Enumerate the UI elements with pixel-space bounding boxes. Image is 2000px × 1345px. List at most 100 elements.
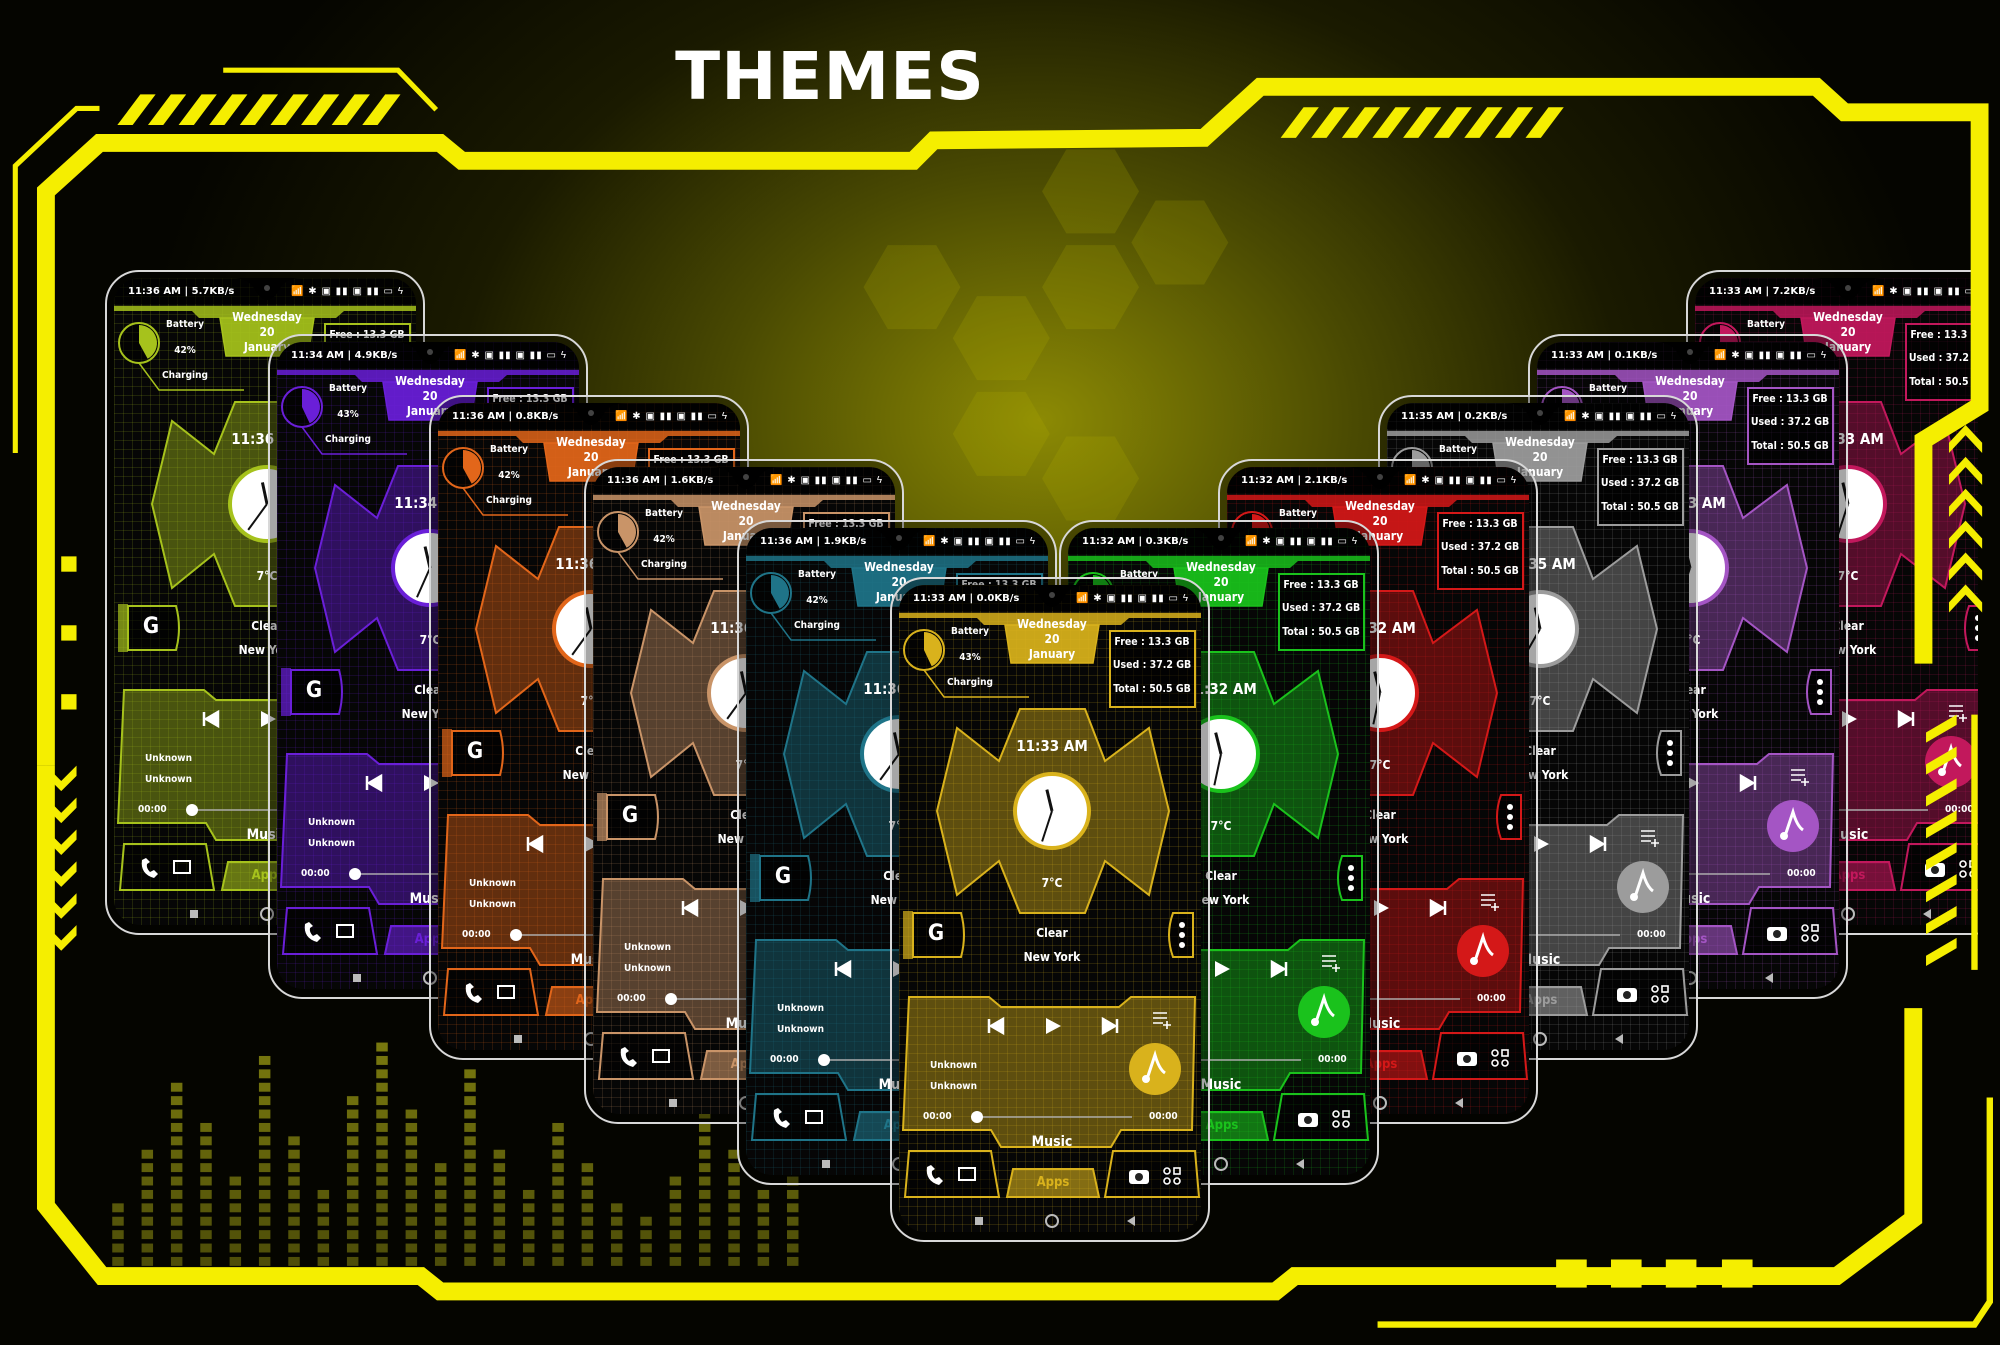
nav-back[interactable] [1127, 1216, 1135, 1226]
seek-thumb[interactable] [349, 868, 361, 880]
dock-left [442, 968, 540, 1016]
seek-thumb[interactable] [186, 804, 198, 816]
battery-label: Battery [166, 319, 204, 330]
status-icons: 📶 ✱ ▣ ▮▮ ▣ ▮▮ ▭ ϟ [615, 411, 728, 422]
seek-thumb[interactable] [665, 993, 677, 1005]
status-icons: 📶 ✱ ▣ ▮▮ ▣ ▮▮ ▭ ϟ [1872, 286, 1978, 297]
storage-total: Total : 50.5 GB [1751, 440, 1829, 452]
google-search-button[interactable]: G [467, 741, 483, 763]
storage-total: Total : 50.5 GB [1601, 501, 1679, 513]
elapsed-time: 00:00 [923, 1111, 952, 1122]
weather-condition: Clear [1036, 926, 1068, 940]
google-search-button[interactable]: G [775, 866, 791, 888]
status-time: 11:36 AM | 5.7KB/s [128, 286, 235, 297]
track-artist: Unknown [624, 963, 671, 974]
battery-label: Battery [490, 444, 528, 455]
dock-left [903, 1150, 1001, 1198]
dock-right [1272, 1093, 1370, 1141]
date-day: 20 [1044, 632, 1060, 646]
seek-thumb[interactable] [818, 1054, 830, 1066]
apps-label[interactable]: Apps [1206, 1119, 1239, 1132]
google-search-button[interactable]: G [928, 923, 944, 945]
date-weekday: Wednesday [1345, 499, 1415, 513]
music-label[interactable]: Music [1032, 1135, 1073, 1149]
date-day: 20 [1840, 325, 1856, 339]
date-weekday: Wednesday [232, 310, 302, 324]
elapsed-time: 00:00 [462, 929, 491, 940]
battery-percent: 43% [959, 652, 981, 663]
google-search-button[interactable]: G [143, 616, 159, 638]
nav-back[interactable] [1765, 973, 1773, 983]
battery-percent: 42% [653, 534, 675, 545]
date-day: 20 [1372, 514, 1388, 528]
duration-time: 00:00 [1318, 1054, 1347, 1065]
status-time: 11:33 AM | 0.1KB/s [1551, 350, 1658, 361]
nav-back[interactable] [1296, 1159, 1304, 1169]
weather-city: New York [1023, 950, 1081, 964]
nav-recents[interactable] [514, 1035, 522, 1043]
seek-thumb[interactable] [971, 1111, 983, 1123]
nav-home[interactable] [1214, 1157, 1228, 1171]
battery-percent: 42% [498, 470, 520, 481]
charging-label: Charging [947, 677, 993, 688]
date-weekday: Wednesday [1655, 374, 1725, 388]
page-title: THEMES [675, 38, 985, 115]
track-title: Unknown [308, 817, 355, 828]
battery-label: Battery [798, 569, 836, 580]
track-artist: Unknown [308, 838, 355, 849]
elapsed-time: 00:00 [617, 993, 646, 1004]
storage-used: Used : 37.2 GB [1908, 352, 1978, 364]
date-weekday: Wednesday [1017, 617, 1087, 631]
nav-home[interactable] [1045, 1214, 1059, 1228]
phone-gallery: 11:36 AM | 5.7KB/s 📶 ✱ ▣ ▮▮ ▣ ▮▮ ▭ ϟ Bat… [0, 0, 1978, 1345]
track-artist: Unknown [777, 1024, 824, 1035]
storage-free: Free : 13.3 GB [1752, 393, 1828, 405]
digital-clock[interactable]: 11:33 AM [1016, 739, 1088, 754]
dock-right [1431, 1032, 1529, 1080]
date-weekday: Wednesday [1186, 560, 1256, 574]
battery-label: Battery [1589, 383, 1627, 394]
google-search-button[interactable]: G [622, 805, 638, 827]
track-title: Unknown [145, 753, 192, 764]
battery-label: Battery [645, 508, 683, 519]
dock-right [1103, 1150, 1201, 1198]
google-search-button[interactable]: G [306, 680, 322, 702]
storage-used: Used : 37.2 GB [1440, 541, 1520, 553]
nav-recents[interactable] [669, 1099, 677, 1107]
status-time: 11:36 AM | 1.6KB/s [607, 475, 714, 486]
date-day: 20 [1532, 450, 1548, 464]
status-time: 11:34 AM | 4.9KB/s [291, 350, 398, 361]
seek-thumb[interactable] [510, 929, 522, 941]
status-time: 11:33 AM | 0.0KB/s [913, 593, 1020, 604]
status-icons: 📶 ✱ ▣ ▮▮ ▣ ▮▮ ▭ ϟ [454, 350, 567, 361]
track-artist: Unknown [145, 774, 192, 785]
nav-recents[interactable] [353, 974, 361, 982]
duration-time: 00:00 [1787, 868, 1816, 879]
date-weekday: Wednesday [1505, 435, 1575, 449]
storage-used: Used : 37.2 GB [1281, 602, 1361, 614]
date-day: 20 [583, 450, 599, 464]
nav-recents[interactable] [975, 1217, 983, 1225]
storage-free: Free : 13.3 GB [1283, 579, 1359, 591]
dock-left [281, 907, 379, 955]
battery-label: Battery [1747, 319, 1785, 330]
storage-total: Total : 50.5 GB [1113, 683, 1191, 695]
status-icons: 📶 ✱ ▣ ▮▮ ▣ ▮▮ ▭ ϟ [1076, 593, 1189, 604]
nav-back[interactable] [1455, 1098, 1463, 1108]
nav-back[interactable] [1615, 1034, 1623, 1044]
status-icons: 📶 ✱ ▣ ▮▮ ▣ ▮▮ ▭ ϟ [1714, 350, 1827, 361]
charging-label: Charging [794, 620, 840, 631]
nav-back[interactable] [1923, 909, 1931, 919]
track-title: Unknown [930, 1060, 977, 1071]
status-icons: 📶 ✱ ▣ ▮▮ ▣ ▮▮ ▭ ϟ [923, 536, 1036, 547]
battery-percent: 42% [174, 345, 196, 356]
nav-recents[interactable] [190, 910, 198, 918]
date-day: 20 [259, 325, 275, 339]
dock-left [118, 843, 216, 891]
charging-label: Charging [486, 495, 532, 506]
storage-free: Free : 13.3 GB [1602, 454, 1678, 466]
charging-label: Charging [162, 370, 208, 381]
storage-used: Used : 37.2 GB [1750, 416, 1830, 428]
nav-recents[interactable] [822, 1160, 830, 1168]
apps-label[interactable]: Apps [1037, 1176, 1070, 1189]
